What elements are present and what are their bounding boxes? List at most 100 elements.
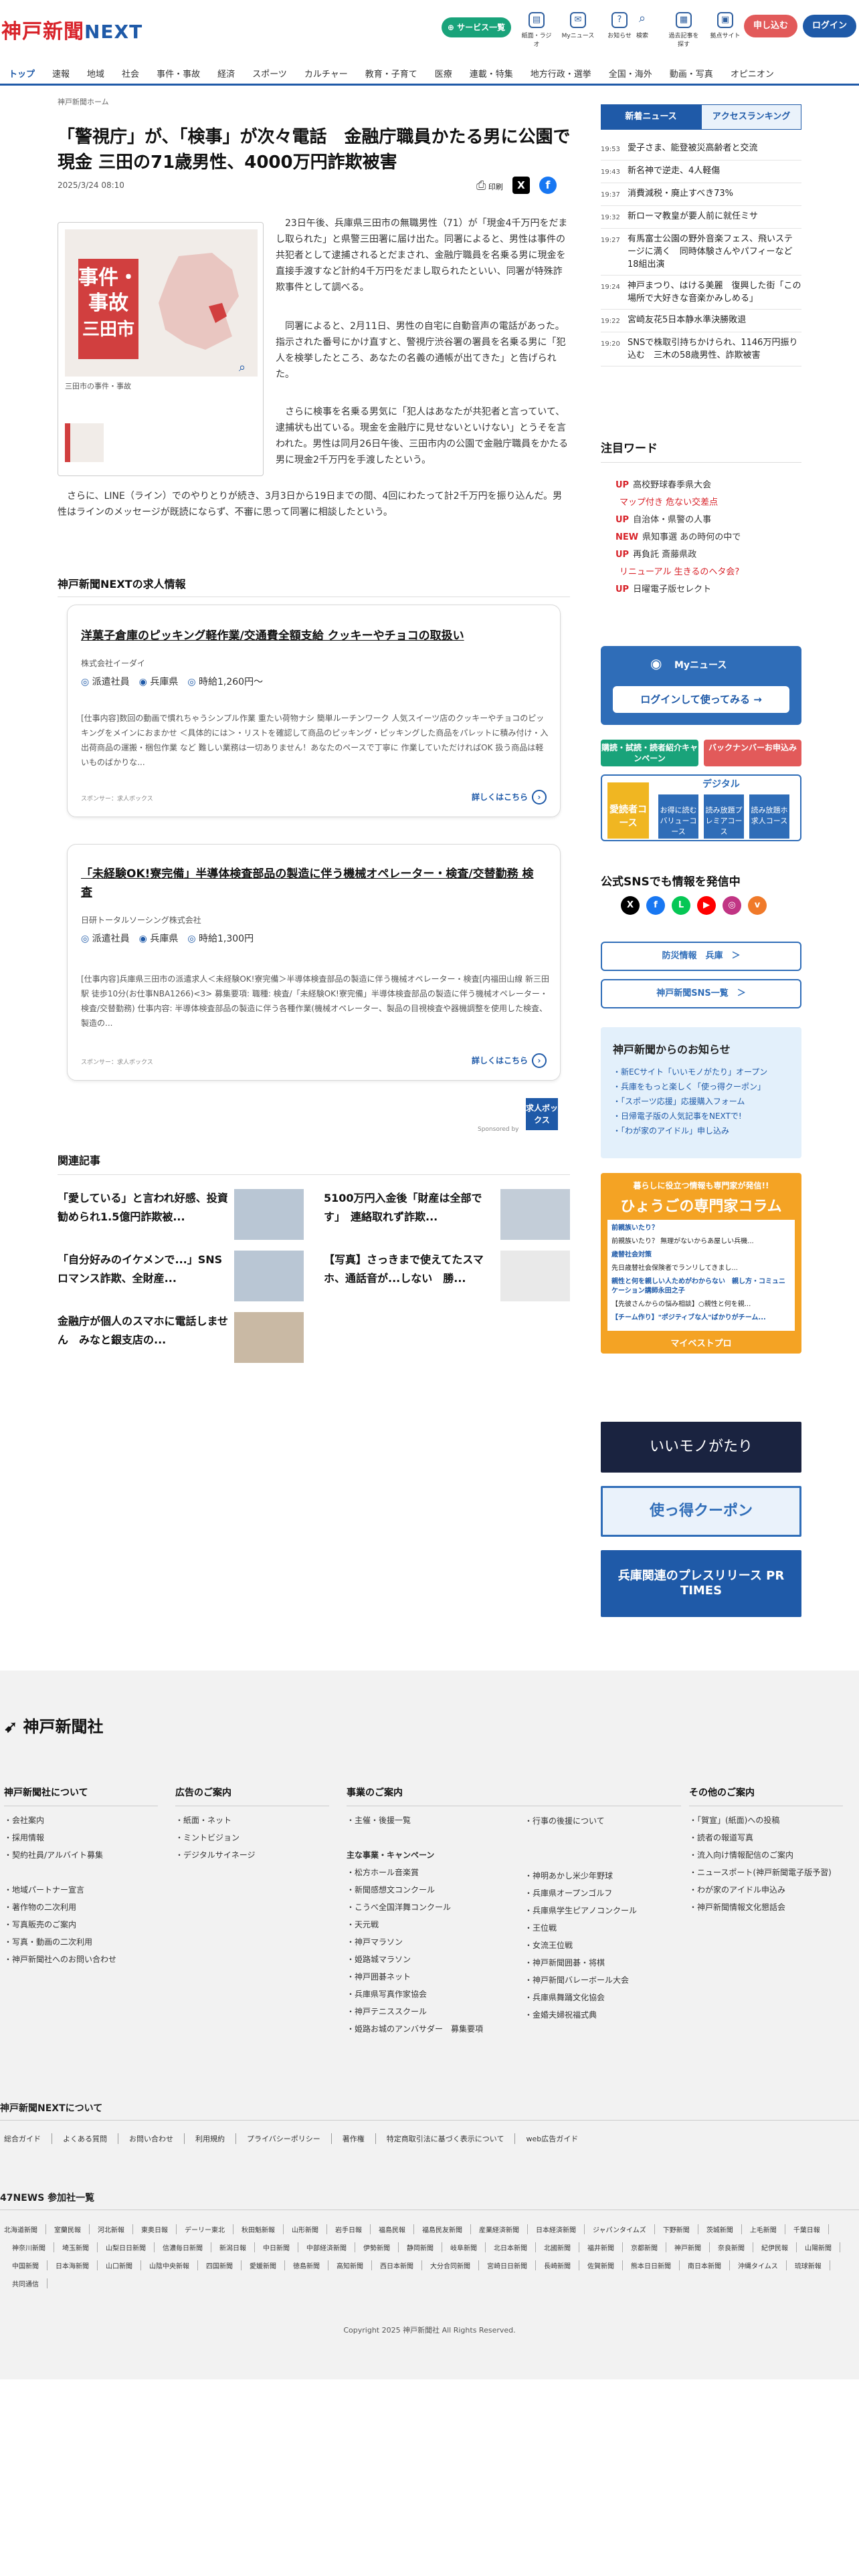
footer-link[interactable]: ・会社案内	[4, 1812, 158, 1829]
column-item[interactable]: 前親族いたり？ 前親族いたり？ 無理がないからあ屋しい兵機...	[611, 1224, 791, 1247]
footer-link[interactable]: ・神戸新聞社へのお問い合わせ	[4, 1951, 158, 1968]
47news-member-link[interactable]: 岐阜新聞	[442, 2242, 486, 2252]
job-card[interactable]: 洋菓子倉庫のピッキング軽作業/交通費全額支給 クッキーやチョコの取扱い 株式会社…	[67, 605, 561, 817]
47news-member-link[interactable]: 熊本日日新聞	[623, 2260, 680, 2270]
mynews-link[interactable]: ✉ Myニュース	[561, 12, 595, 48]
job-title[interactable]: 洋菓子倉庫のピッキング軽作業/交通費全額支給 クッキーやチョコの取扱い	[81, 627, 543, 645]
47news-member-link[interactable]: 高知新聞	[328, 2260, 372, 2270]
campaign-banner[interactable]: 購読・試読・読者紹介キャンペーン	[601, 740, 698, 766]
47news-member-link[interactable]: 北日本新聞	[486, 2242, 536, 2252]
keyword-item[interactable]: マップ付き 危ない交差点	[615, 495, 741, 512]
47news-member-link[interactable]: 福井新聞	[579, 2242, 623, 2252]
47news-member-link[interactable]: 愛媛新聞	[242, 2260, 285, 2270]
footer-link[interactable]: 特定商取引法に基づく表示について	[376, 2133, 516, 2144]
47news-member-link[interactable]: 山口新聞	[98, 2260, 141, 2270]
x-share-icon[interactable]: X	[512, 177, 530, 194]
notice-item[interactable]: ・兵庫をもっと楽しく「使っ得クーポン」	[613, 1079, 767, 1094]
keyword-item[interactable]: UP 日曜電子版セレクト	[615, 582, 741, 599]
47news-member-link[interactable]: 佐賀新聞	[579, 2260, 623, 2270]
footer-link[interactable]: ・神明あかし米少年野球	[524, 1867, 637, 1885]
mynews-login-button[interactable]: ログインして使ってみる →	[613, 686, 789, 713]
notice-item[interactable]: ・「わが家のアイドル」申し込み	[613, 1123, 767, 1138]
47news-member-link[interactable]: 下野新聞	[655, 2224, 698, 2234]
nav-video[interactable]: 動画・写真	[661, 60, 722, 84]
nav-world[interactable]: 全国・海外	[600, 60, 661, 84]
47news-member-link[interactable]: 新潟日報	[211, 2242, 255, 2252]
related-item[interactable]: 金融庁が個人のスマホに電話しません みなと銀支店の...	[58, 1312, 305, 1363]
keyword-item[interactable]: NEW 県知事選 あの時何の中で	[615, 530, 741, 547]
sns-list-button[interactable]: 神戸新聞SNS一覧 ＞	[601, 979, 801, 1008]
47news-member-link[interactable]: 山梨日日新聞	[98, 2242, 155, 2252]
47news-member-link[interactable]: 産業経済新聞	[471, 2224, 528, 2234]
footer-link[interactable]: ・兵庫県学生ピアノコンクール	[524, 1902, 637, 1919]
footer-link[interactable]: ・ニュースポート(神戸新聞電子版予習)	[689, 1864, 843, 1881]
keyword-item[interactable]: UP 自治体・県警の人事	[615, 512, 741, 530]
youtube-icon[interactable]: ▶	[697, 896, 716, 915]
news-item[interactable]: 19:37 消費減税・廃止すべき73%	[601, 183, 801, 206]
keyword-item[interactable]: UP 高校野球春季県大会	[615, 477, 741, 495]
47news-member-link[interactable]: 大分合同新聞	[422, 2260, 479, 2270]
footer-link[interactable]: 利用規約	[185, 2133, 236, 2144]
notice-item[interactable]: ・日帰電子版の人気記事をNEXTで!	[613, 1109, 767, 1123]
47news-member-link[interactable]: 西日本新聞	[372, 2260, 422, 2270]
related-item[interactable]: 「愛している」と言われ好感、投資勧められ1.5億円詐欺被...	[58, 1189, 305, 1240]
footer-link[interactable]: ・神戸新聞バレーボール大会	[524, 1971, 637, 1989]
47news-member-link[interactable]: 山陽新聞	[797, 2242, 840, 2252]
expert-column-panel[interactable]: 暮らしに役立つ情報も専門家が発信!! ひょうごの専門家コラム 前親族いたり？ 前親…	[601, 1173, 801, 1354]
footer-link[interactable]: ・「賀宣」(紙面)への投稿	[689, 1812, 843, 1829]
47news-member-link[interactable]: 静岡新聞	[399, 2242, 442, 2252]
job-more-link[interactable]: 詳しくはこちら ›	[472, 1053, 547, 1068]
47news-member-link[interactable]: 四国新聞	[198, 2260, 242, 2270]
47news-member-link[interactable]: 宮崎日日新聞	[479, 2260, 536, 2270]
news-item[interactable]: 19:32 新ローマ教皇が要人前に就任ミサ	[601, 206, 801, 229]
nav-culture[interactable]: カルチャー	[296, 60, 357, 84]
job-title[interactable]: 「未経験OK!寮完備」半導体検査部品の製造に伴う機械オペレーター・検査/交替勤務…	[81, 865, 543, 902]
47news-member-link[interactable]: 福島民友新聞	[414, 2224, 471, 2234]
x-icon[interactable]: X	[621, 896, 640, 915]
figure-thumbnail[interactable]	[65, 423, 104, 462]
nav-opinion[interactable]: オピニオン	[722, 60, 783, 84]
login-button[interactable]: ログイン	[803, 15, 856, 37]
47news-member-link[interactable]: 神奈川新聞	[4, 2242, 54, 2252]
47news-member-link[interactable]: 伊勢新聞	[355, 2242, 399, 2252]
47news-member-link[interactable]: 神戸新聞	[666, 2242, 710, 2252]
47news-member-link[interactable]: 信濃毎日新聞	[155, 2242, 211, 2252]
news-item[interactable]: 19:53 愛子さま、能登被災高齢者と交流	[601, 138, 801, 160]
footer-link[interactable]: ・神戸新聞囲碁・将棋	[524, 1954, 637, 1971]
service-list-button[interactable]: ⊕ サービス一覧	[442, 17, 511, 37]
footer-logo[interactable]: ➹ 神戸新聞社	[4, 1713, 103, 1737]
47news-member-link[interactable]: 京都新聞	[623, 2242, 666, 2252]
47news-member-link[interactable]: 中日新聞	[255, 2242, 298, 2252]
article-figure[interactable]: 事件・ 事故 三田市 ⌕ 三田市の事件・事故	[58, 222, 264, 476]
instagram-icon[interactable]: ◎	[723, 896, 741, 915]
footer-link[interactable]: ・流入向け情報配信のご案内	[689, 1846, 843, 1864]
47news-member-link[interactable]: 河北新報	[90, 2224, 133, 2234]
print-button[interactable]: ⎙ 印刷	[476, 179, 503, 193]
47news-member-link[interactable]: 琉球新報	[787, 2260, 830, 2270]
footer-link[interactable]: ・読者の報道写真	[689, 1829, 843, 1846]
47news-member-link[interactable]: 沖縄タイムス	[730, 2260, 787, 2270]
column-item[interactable]: 【チーム作り】"ポジティブな人"ばかりがチーム...	[611, 1313, 791, 1323]
news-item[interactable]: 19:24 神戸まつり、はける美麗 復興した街「この場所で大好きな音楽かみしめる」	[601, 276, 801, 310]
plan-kyujin[interactable]: 読み放題ホ求人コース	[749, 794, 789, 839]
job-card[interactable]: 「未経験OK!寮完備」半導体検査部品の製造に伴う機械オペレーター・検査/交替勤務…	[67, 844, 561, 1081]
footer-link[interactable]: web広告ガイド	[515, 2133, 589, 2144]
47news-member-link[interactable]: 室蘭民報	[46, 2224, 90, 2234]
column-item[interactable]: 親性と何を親しい人ためがわからない 親し方・コミュニケーション講師永田之子 【先彼…	[611, 1277, 791, 1309]
voicy-icon[interactable]: v	[748, 896, 767, 915]
search-link[interactable]: ⌕ 検索	[625, 12, 660, 48]
nav-breaking[interactable]: 速報	[43, 60, 78, 84]
47news-member-link[interactable]: 日本海新聞	[47, 2260, 98, 2270]
47news-member-link[interactable]: 埼玉新聞	[54, 2242, 98, 2252]
news-item[interactable]: 19:43 新名神で逆走、4人軽傷	[601, 160, 801, 183]
47news-member-link[interactable]: デーリー東北	[177, 2224, 233, 2234]
footer-link[interactable]: お問い合わせ	[118, 2133, 185, 2144]
news-item[interactable]: 19:20 SNSで株取引持ちかけられ、1146万円振り込む 三木の58歳男性、詐…	[601, 332, 801, 366]
base-site-link[interactable]: ▣ 拠点サイト	[708, 12, 743, 48]
nav-local-gov[interactable]: 地方行政・選挙	[522, 60, 600, 84]
footer-link[interactable]: ・デジタルサイネージ	[175, 1846, 329, 1864]
47news-member-link[interactable]: 共同通信	[4, 2278, 47, 2288]
nav-region[interactable]: 地域	[78, 60, 113, 84]
47news-member-link[interactable]: ジャパンタイムズ	[585, 2224, 655, 2234]
footer-link[interactable]: ・兵庫県舞踊文化協会	[524, 1989, 637, 2006]
